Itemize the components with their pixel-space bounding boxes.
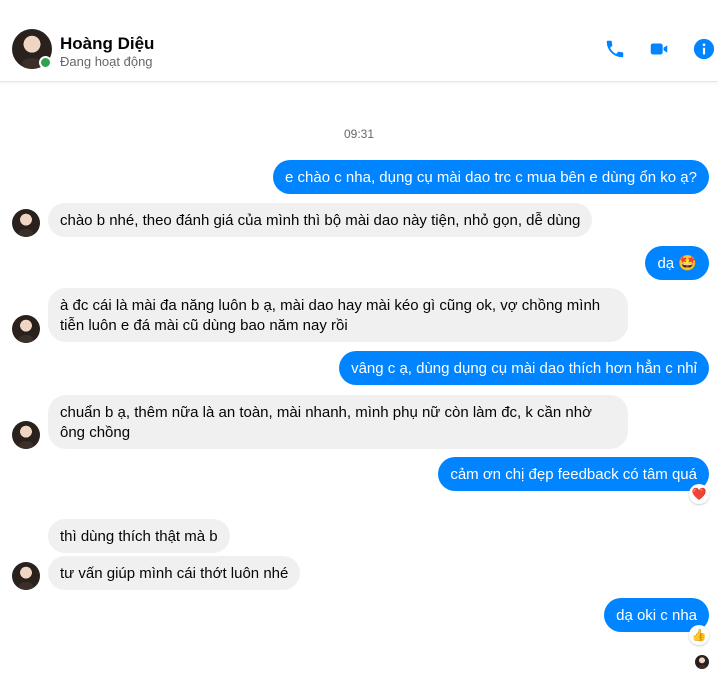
seen-indicator-avatar (695, 655, 709, 669)
video-camera-icon[interactable] (648, 38, 670, 60)
online-status-dot (39, 56, 52, 69)
message-bubble-outgoing[interactable]: vâng c ạ, dùng dụng cụ mài dao thích hơn… (339, 351, 709, 385)
heart-reaction-icon[interactable]: ❤️ (689, 484, 709, 504)
message-bubble-outgoing[interactable]: cảm ơn chị đẹp feedback có tâm quá (438, 457, 709, 491)
sender-avatar (12, 421, 40, 449)
info-icon[interactable] (693, 38, 715, 60)
message-bubble-outgoing[interactable]: e chào c nha, dụng cụ mài dao trc c mua … (273, 160, 709, 194)
thumbs-up-reaction-icon[interactable]: 👍 (689, 625, 709, 645)
sender-avatar (12, 315, 40, 343)
message-bubble-incoming[interactable]: chuẩn b ạ, thêm nữa là an toàn, mài nhan… (48, 395, 628, 449)
contact-status: Đang hoạt động (60, 54, 153, 69)
message-bubble-incoming[interactable]: thì dùng thích thật mà b (48, 519, 230, 553)
message-bubble-incoming[interactable]: à đc cái là mài đa năng luôn b ạ, mài da… (48, 288, 628, 342)
sender-avatar (12, 562, 40, 590)
contact-name[interactable]: Hoàng Diệu (60, 34, 154, 54)
message-bubble-incoming[interactable]: chào b nhé, theo đánh giá của mình thì b… (48, 203, 593, 237)
message-bubble-outgoing[interactable]: dạ 🤩 (645, 246, 709, 280)
sender-avatar (12, 209, 40, 237)
message-timestamp: 09:31 (343, 127, 375, 141)
message-bubble-incoming[interactable]: tư vấn giúp mình cái thớt luôn nhé (48, 556, 301, 590)
conversation-header: Hoàng Diệu Đang hoạt động (0, 0, 718, 82)
phone-icon[interactable] (604, 38, 626, 60)
